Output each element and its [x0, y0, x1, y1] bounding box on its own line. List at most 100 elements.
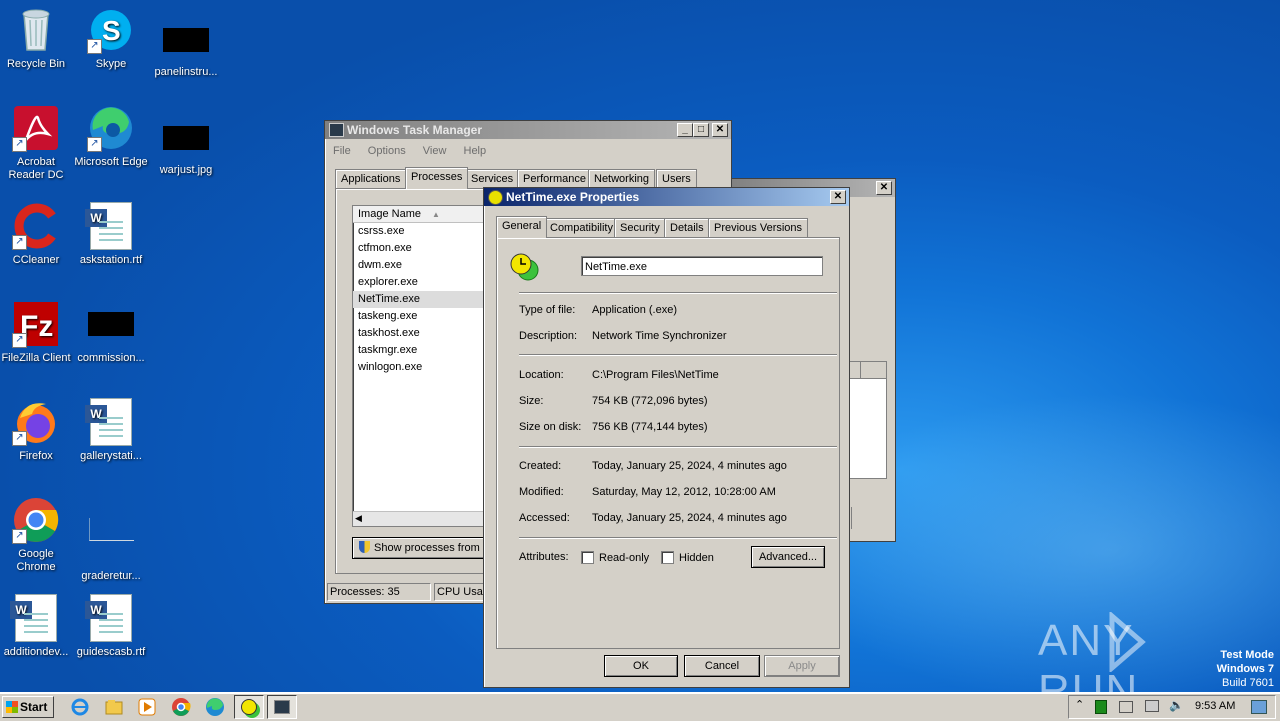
tray-app-icon[interactable] — [1119, 701, 1133, 713]
internet-explorer-icon[interactable] — [70, 697, 90, 717]
type-of-file-label: Type of file: — [519, 304, 576, 316]
read-only-checkbox[interactable] — [581, 551, 594, 564]
desktop-icon-guidescasb[interactable]: W guidescasb.rtf — [73, 594, 149, 659]
process-row[interactable]: NetTime.exe — [353, 291, 493, 308]
menu-options[interactable]: Options — [368, 145, 406, 157]
desktop-icon-label: additiondev... — [3, 646, 69, 658]
desktop-icon-commission[interactable]: commission... — [73, 300, 149, 365]
maximize-icon[interactable]: □ — [693, 123, 709, 137]
process-row[interactable]: csrss.exe — [353, 223, 493, 240]
tray-clock[interactable]: 9:53 AM — [1195, 700, 1235, 712]
tab-security[interactable]: Security — [614, 218, 666, 237]
desktop-icon-warjust[interactable]: warjust.jpg — [148, 104, 224, 177]
general-tab-panel: NetTime.exe Type of file: Application (.… — [496, 237, 840, 649]
desktop-icon-filezilla[interactable]: Fz ↗ commission... FileZilla Client — [0, 300, 74, 365]
chrome-taskbar-icon[interactable] — [171, 697, 191, 717]
tray-status-icon[interactable] — [1095, 700, 1107, 714]
close-icon[interactable]: ✕ — [712, 123, 728, 137]
blank-file-icon — [87, 518, 135, 566]
desktop-icon-label: guidescasb.rtf — [76, 646, 146, 658]
notification-icon[interactable] — [1251, 700, 1267, 714]
process-row[interactable]: taskmgr.exe — [353, 342, 493, 359]
column-header-image-name[interactable]: Image Name ▲ — [353, 206, 493, 223]
tab-users[interactable]: Users — [656, 169, 697, 188]
process-rows: csrss.exe ctfmon.exe dwm.exe explorer.exe Ne… — [353, 223, 493, 376]
desktop-icon-ccleaner[interactable]: ↗ CCleaner — [0, 202, 74, 267]
ok-button[interactable]: OK — [604, 655, 678, 677]
taskbar-app-nettime[interactable] — [234, 695, 264, 719]
start-button[interactable]: Start — [2, 696, 54, 718]
process-row[interactable]: ctfmon.exe — [353, 240, 493, 257]
desktop-icon-acrobat[interactable]: ↗ Acrobat Reader DC — [0, 104, 74, 182]
desktop-icon-additiondev[interactable]: W additiondev... — [0, 594, 74, 659]
tab-performance[interactable]: Performance — [517, 169, 592, 188]
media-player-icon[interactable] — [137, 697, 157, 717]
shortcut-arrow-icon: ↗ — [12, 529, 27, 544]
desktop-icon-label: FileZilla Client — [1, 352, 71, 364]
process-row[interactable]: taskhost.exe — [353, 325, 493, 342]
build-text: Build 7601 — [1222, 677, 1274, 689]
menu-help[interactable]: Help — [464, 145, 487, 157]
accessed-value: Today, January 25, 2024, 4 minutes ago — [592, 512, 787, 524]
network-icon[interactable] — [1145, 700, 1159, 712]
desktop-icon-recycle-bin[interactable]: Recycle Bin — [0, 6, 74, 71]
word-document-icon: W — [10, 594, 60, 642]
modified-value: Saturday, May 12, 2012, 10:28:00 AM — [592, 486, 776, 498]
hidden-label: Hidden — [679, 552, 714, 564]
minimize-icon[interactable]: _ — [677, 123, 693, 137]
scroll-left-icon[interactable]: ◀ — [355, 513, 362, 524]
process-row[interactable]: dwm.exe — [353, 257, 493, 274]
desktop-icon-firefox[interactable]: ↗ Firefox — [0, 398, 74, 463]
tab-general[interactable]: General — [496, 216, 548, 238]
task-manager-tabs: Applications Processes Services Performa… — [335, 167, 715, 189]
show-hidden-icons-icon[interactable]: ⌃ — [1075, 698, 1084, 711]
desktop-icon-label: Google Chrome — [16, 548, 56, 573]
menu-file[interactable]: File — [333, 145, 351, 157]
desktop-icon-askstation[interactable]: W askstation.rtf — [73, 202, 149, 267]
description-label: Description: — [519, 330, 578, 342]
tab-compatibility[interactable]: Compatibility — [544, 218, 619, 237]
process-row[interactable]: taskeng.exe — [353, 308, 493, 325]
process-row[interactable]: winlogon.exe — [353, 359, 493, 376]
tab-processes[interactable]: Processes — [405, 167, 469, 189]
close-icon[interactable]: ✕ — [876, 181, 892, 195]
apply-button[interactable]: Apply — [764, 655, 840, 677]
separator — [519, 446, 837, 448]
properties-titlebar: NetTime.exe Properties ✕ — [484, 188, 849, 206]
tab-networking[interactable]: Networking — [588, 169, 656, 188]
desktop-icon-panelinstru[interactable]: panelinstru... — [148, 6, 224, 79]
tab-applications[interactable]: Applications — [335, 169, 407, 188]
tab-previous-versions[interactable]: Previous Versions — [708, 218, 809, 237]
desktop-icon-gallerystati[interactable]: W gallerystati... — [73, 398, 149, 463]
size-value: 754 KB (772,096 bytes) — [592, 395, 708, 407]
word-document-icon: W — [85, 594, 135, 642]
file-explorer-icon[interactable] — [104, 697, 124, 717]
task-manager-titlebar: Windows Task Manager _ □ ✕ — [325, 121, 731, 139]
menu-view[interactable]: View — [423, 145, 447, 157]
desktop-icon-label: gallerystati... — [80, 450, 142, 462]
tab-services[interactable]: Services — [465, 169, 520, 188]
advanced-button[interactable]: Advanced... — [751, 546, 825, 568]
type-of-file-value: Application (.exe) — [592, 304, 677, 316]
desktop-icon-edge[interactable]: ↗ Microsoft Edge — [73, 104, 149, 169]
tab-details[interactable]: Details — [664, 218, 710, 237]
speaker-icon[interactable]: 🔈 — [1169, 698, 1184, 712]
desktop-icon-chrome[interactable]: ↗ Google Chrome — [0, 496, 74, 574]
horizontal-scrollbar[interactable]: ◀ — [353, 511, 493, 526]
windows-logo-icon — [6, 701, 18, 713]
show-processes-all-users-button[interactable]: Show processes from — [352, 537, 502, 559]
shortcut-arrow-icon: ↗ — [12, 137, 27, 152]
desktop: Recycle Bin ↗ Acrobat Reader DC ↗ CClean… — [0, 0, 1280, 692]
size-on-disk-label: Size on disk: — [519, 421, 582, 433]
cancel-button[interactable]: Cancel — [684, 655, 760, 677]
sort-ascending-icon: ▲ — [432, 210, 440, 219]
desktop-icon-skype[interactable]: S ↗ Skype — [73, 6, 149, 71]
edge-taskbar-icon[interactable] — [205, 697, 225, 717]
taskbar-app-task-manager[interactable] — [267, 695, 297, 719]
file-name-input[interactable]: NetTime.exe — [581, 256, 823, 276]
hidden-checkbox[interactable] — [661, 551, 674, 564]
process-row[interactable]: explorer.exe — [353, 274, 493, 291]
taskbar: Start ⌃ 🔈 9:53 AM — [0, 692, 1280, 721]
desktop-icon-graderetur[interactable]: graderetur... — [73, 496, 149, 583]
close-icon[interactable]: ✕ — [830, 190, 846, 204]
